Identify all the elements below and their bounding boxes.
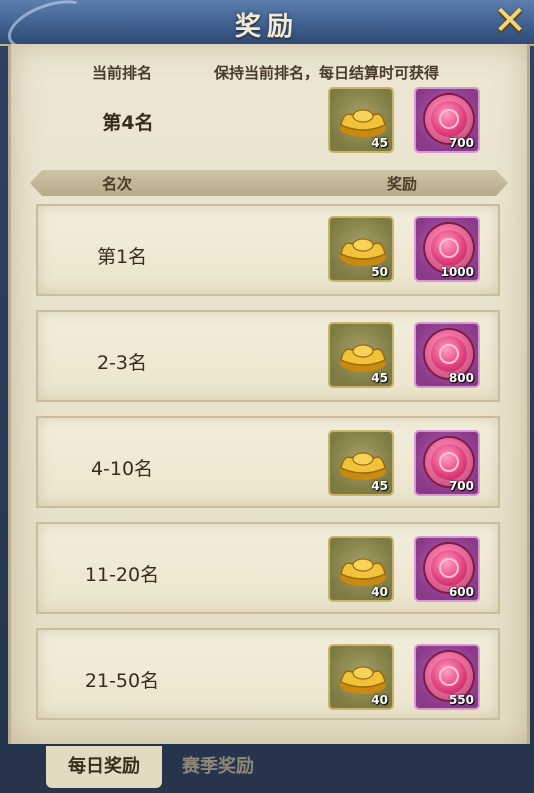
row-reward-gold[interactable]: 40 (328, 536, 394, 602)
gold-ingot-icon (340, 558, 386, 586)
row-reward-gold[interactable]: 40 (328, 644, 394, 710)
row-reward-coin[interactable]: 700 (414, 430, 480, 496)
reward-quantity: 45 (371, 371, 388, 385)
gold-ingot-icon (340, 109, 386, 137)
reward-quantity: 600 (448, 585, 474, 599)
row-rank-label: 4-10名 (90, 458, 154, 480)
tab-daily-reward[interactable]: 每日奖励 (46, 746, 162, 788)
tab-season-reward[interactable]: 赛季奖励 (160, 746, 276, 788)
row-rank-label: 11-20名 (84, 564, 160, 586)
current-reward-coin[interactable]: 700 (414, 87, 480, 153)
close-icon[interactable]: ✕ (492, 1, 528, 41)
row-reward-coin[interactable]: 1000 (414, 216, 480, 282)
title-bar: 奖励 ✕ (0, 0, 534, 60)
window-title: 奖励 (234, 12, 299, 42)
row-reward-coin[interactable]: 550 (414, 644, 480, 710)
reward-quantity: 45 (371, 136, 388, 150)
current-rank-label: 当前排名 (92, 64, 153, 82)
current-rank-value: 第4名 (102, 112, 154, 134)
reward-quantity: 50 (371, 265, 388, 279)
current-reward-gold[interactable]: 45 (328, 87, 394, 153)
row-rank-label: 21-50名 (84, 670, 160, 692)
reward-quantity: 40 (371, 585, 388, 599)
row-reward-gold[interactable]: 45 (328, 430, 394, 496)
row-rank-label: 2-3名 (96, 352, 148, 374)
keep-rank-hint: 保持当前排名，每日结算时可获得 (214, 64, 440, 82)
reward-quantity: 550 (448, 693, 474, 707)
reward-quantity: 45 (371, 479, 388, 493)
reward-quantity: 800 (448, 371, 474, 385)
column-reward: 奖励 (387, 175, 418, 193)
reward-quantity: 700 (448, 136, 474, 150)
gold-ingot-icon (340, 344, 386, 372)
row-reward-coin[interactable]: 600 (414, 536, 480, 602)
row-reward-coin[interactable]: 800 (414, 322, 480, 388)
gold-ingot-icon (340, 452, 386, 480)
gold-ingot-icon (340, 666, 386, 694)
reward-quantity: 1000 (440, 265, 474, 279)
gold-ingot-icon (340, 238, 386, 266)
table-header: 名次 奖励 (30, 170, 508, 196)
reward-quantity: 700 (448, 479, 474, 493)
row-rank-label: 第1名 (96, 246, 148, 268)
row-reward-gold[interactable]: 50 (328, 216, 394, 282)
reward-quantity: 40 (371, 693, 388, 707)
column-rank: 名次 (102, 175, 133, 193)
row-reward-gold[interactable]: 45 (328, 322, 394, 388)
